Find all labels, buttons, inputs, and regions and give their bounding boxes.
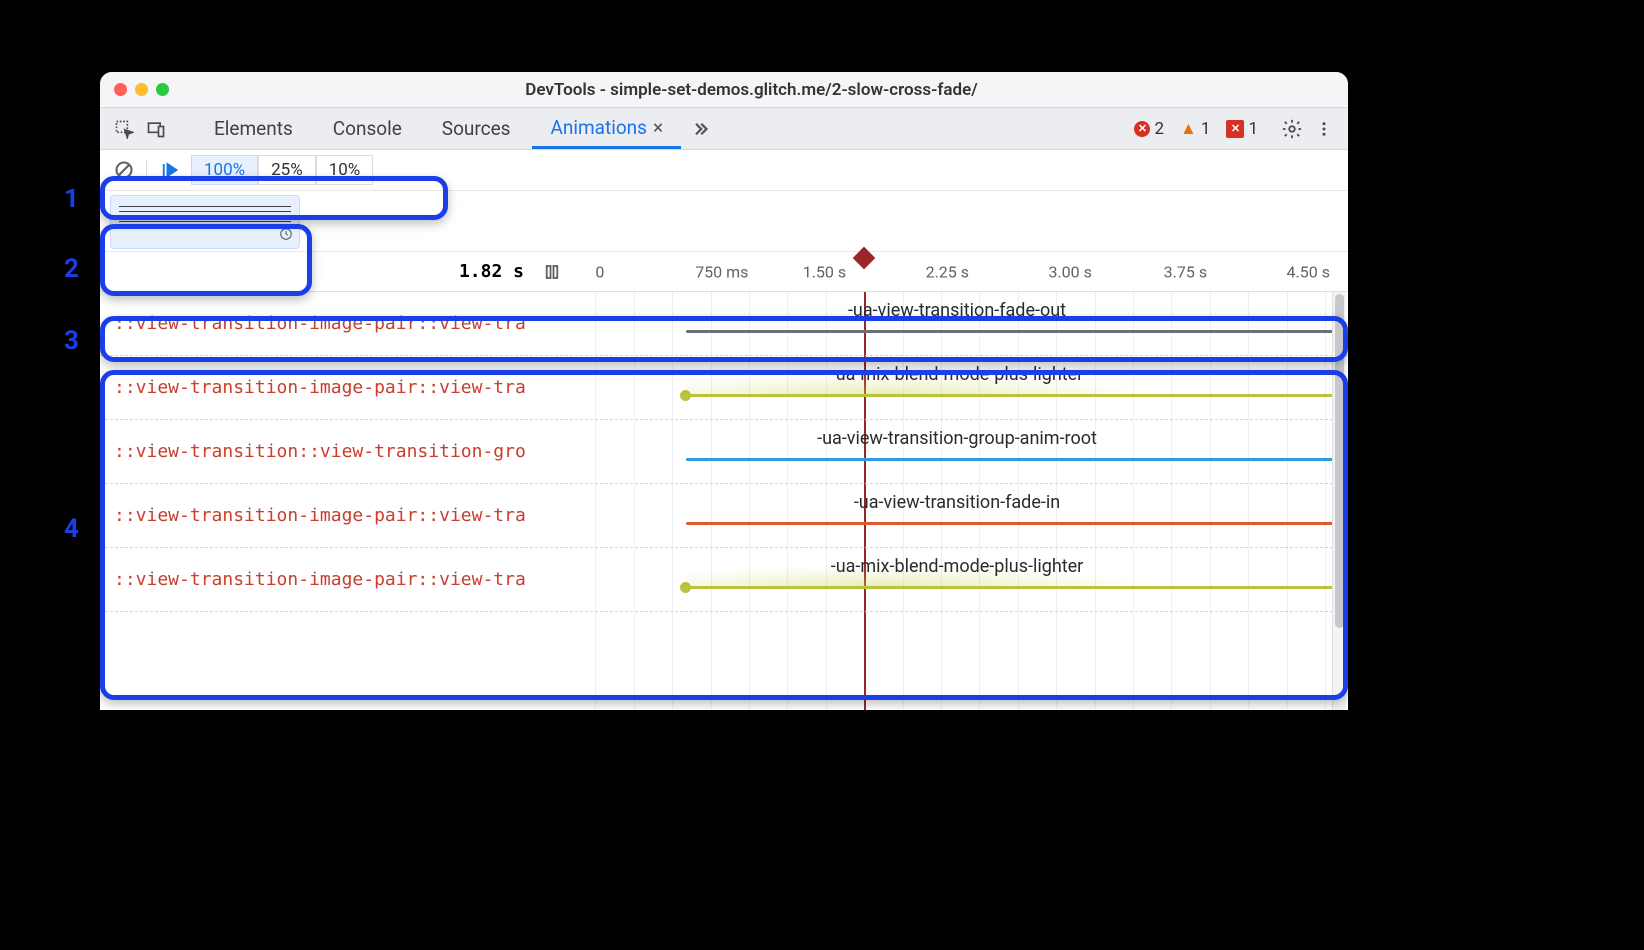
track-animation-name: -ua-view-transition-group-anim-root (580, 428, 1334, 449)
track-lane[interactable]: -ua-view-transition-fade-out (580, 292, 1334, 355)
track-duration-bar[interactable] (686, 458, 1334, 461)
callout-label-1: 1 (64, 184, 79, 214)
more-tabs-icon[interactable] (685, 115, 713, 143)
animation-controls: 100% 25% 10% (100, 150, 1348, 190)
animation-tracks: ::view-transition-image-pair::view-tra-u… (100, 292, 1348, 710)
track-lane[interactable]: -ua-view-transition-fade-in (580, 484, 1334, 547)
close-tab-icon[interactable]: × (653, 116, 663, 139)
window-controls (114, 83, 169, 96)
issue-icon: ✕ (1226, 120, 1244, 138)
error-icon: ✕ (1134, 121, 1150, 137)
track-animation-name: -ua-mix-blend-mode-plus-lighter (580, 364, 1334, 385)
ruler-tick: 750 ms (695, 262, 748, 281)
track-selector-label[interactable]: ::view-transition-image-pair::view-tra (100, 505, 580, 526)
titlebar: DevTools - simple-set-demos.glitch.me/2-… (100, 72, 1348, 108)
animation-track[interactable]: ::view-transition-image-pair::view-tra-u… (100, 484, 1348, 548)
track-selector-label[interactable]: ::view-transition-image-pair::view-tra (100, 377, 580, 398)
close-window-button[interactable] (114, 83, 127, 96)
callout-label-4: 4 (64, 514, 79, 544)
tab-animations-label: Animations (550, 116, 646, 139)
animation-track[interactable]: ::view-transition::view-transition-gro-u… (100, 420, 1348, 484)
track-selector-label[interactable]: ::view-transition-image-pair::view-tra (100, 313, 580, 334)
speed-10-button[interactable]: 10% (316, 155, 374, 185)
ruler-tick: 2.25 s (926, 262, 969, 281)
track-duration-bar[interactable] (686, 522, 1334, 525)
animation-group-preview[interactable] (110, 195, 300, 249)
inspect-icon[interactable] (110, 115, 138, 143)
track-lane[interactable]: -ua-mix-blend-mode-plus-lighter (580, 356, 1334, 419)
track-selector-label[interactable]: ::view-transition-image-pair::view-tra (100, 569, 580, 590)
track-animation-name: -ua-view-transition-fade-out (580, 300, 1334, 321)
ruler-tick: 1.50 s (803, 262, 846, 281)
animations-panel: 100% 25% 10% 1.82 s 0750 ms1.5 (100, 150, 1348, 710)
tab-elements[interactable]: Elements (196, 108, 311, 149)
error-count[interactable]: ✕ 2 (1134, 119, 1164, 139)
track-duration-bar[interactable] (686, 586, 1334, 589)
warning-count[interactable]: ▲ 1 (1180, 119, 1210, 139)
scrollbar-thumb[interactable] (1335, 294, 1344, 628)
speed-100-button[interactable]: 100% (191, 155, 258, 185)
track-lane[interactable]: -ua-mix-blend-mode-plus-lighter (580, 548, 1334, 611)
track-animation-name: -ua-mix-blend-mode-plus-lighter (580, 556, 1334, 577)
panel-tabbar: Elements Console Sources Animations × ✕ … (100, 108, 1348, 150)
tab-sources[interactable]: Sources (424, 108, 529, 149)
ruler-ticks[interactable]: 0 750 ms 1.50 s 2.25 s 3.00 s 3.75 s 4.50 s (580, 252, 1348, 291)
animation-track[interactable]: ::view-transition-image-pair::view-tra-u… (100, 292, 1348, 356)
ruler-tick: 4.50 s (1287, 262, 1330, 281)
playback-speed-group: 100% 25% 10% (191, 155, 373, 185)
pause-icon[interactable] (538, 258, 566, 286)
tab-animations[interactable]: Animations × (532, 108, 681, 149)
track-lane[interactable]: -ua-view-transition-group-anim-root (580, 420, 1334, 483)
window-title: DevTools - simple-set-demos.glitch.me/2-… (169, 80, 1334, 100)
animation-buffer (100, 190, 1348, 252)
more-menu-icon[interactable] (1310, 115, 1338, 143)
maximize-window-button[interactable] (156, 83, 169, 96)
callout-label-2: 2 (64, 254, 79, 284)
animation-track[interactable]: ::view-transition-image-pair::view-tra-u… (100, 548, 1348, 612)
animation-track[interactable]: ::view-transition-image-pair::view-tra-u… (100, 356, 1348, 420)
tab-console[interactable]: Console (315, 108, 420, 149)
settings-icon[interactable] (1278, 115, 1306, 143)
track-animation-name: -ua-view-transition-fade-in (580, 492, 1334, 513)
timeline-ruler[interactable]: 1.82 s 0 750 ms 1.50 s 2.25 s 3.00 s 3.75 s 4.… (100, 252, 1348, 292)
ruler-tick: 0 (595, 262, 604, 281)
issue-count[interactable]: ✕ 1 (1226, 119, 1258, 139)
speed-25-button[interactable]: 25% (258, 155, 316, 185)
play-pause-icon[interactable] (155, 156, 183, 184)
device-toolbar-icon[interactable] (142, 115, 170, 143)
track-duration-bar[interactable] (686, 330, 1334, 333)
ruler-tick: 3.75 s (1164, 262, 1207, 281)
ruler-tick: 3.00 s (1048, 262, 1091, 281)
track-duration-bar[interactable] (686, 394, 1334, 397)
callout-label-3: 3 (64, 326, 79, 356)
current-time: 1.82 s (459, 261, 524, 282)
track-selector-label[interactable]: ::view-transition::view-transition-gro (100, 441, 580, 462)
clock-icon (279, 227, 293, 245)
warning-icon: ▲ (1180, 119, 1197, 139)
devtools-window: DevTools - simple-set-demos.glitch.me/2-… (100, 72, 1348, 710)
ruler-info: 1.82 s (100, 258, 580, 286)
minimize-window-button[interactable] (135, 83, 148, 96)
clear-icon[interactable] (110, 156, 138, 184)
separator (146, 160, 147, 180)
vertical-scrollbar[interactable] (1332, 292, 1346, 710)
